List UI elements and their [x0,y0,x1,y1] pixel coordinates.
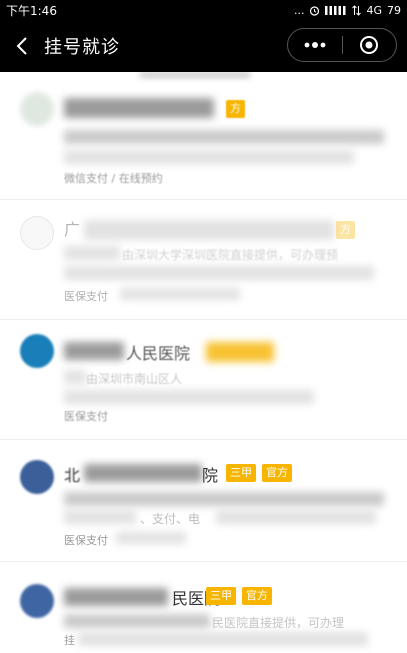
more-icon [304,42,326,48]
blurred-name [84,464,202,482]
hospital-card[interactable]: 北 院 三甲 官方 、支付、电 医保支付 [0,440,407,562]
blurred-desc [78,632,368,646]
tag-official: 方 [226,100,245,118]
payment-info: 医保支付 [64,290,108,303]
tag-official: 方 [336,221,355,239]
status-right: ... 4G 79 [294,4,401,17]
hospital-name: 院 [202,466,219,485]
mini-program-capsule [287,28,397,62]
battery-level: 79 [387,3,401,17]
hospital-logo [20,584,54,618]
hospital-logo [20,216,54,250]
blurred-desc [64,370,86,384]
status-bar: 下午1:46 ... 4G 79 [0,0,407,20]
blurred-tags [206,342,274,362]
blurred-desc [64,266,374,280]
hospital-name-prefix: 北 [64,466,81,485]
payment-info: 医保支付 [64,534,108,547]
blurred-desc [64,510,136,524]
data-arrows-icon [352,4,362,16]
blurred-desc [64,492,384,506]
status-time: 下午1:46 [6,3,57,18]
close-button[interactable] [342,29,396,61]
tag-official: 官方 [242,587,272,605]
payment-info: 医保支付 [64,410,108,423]
status-dots: ... [293,3,305,17]
blurred-desc [64,614,210,628]
blurred-desc [64,246,120,260]
tag-level: 三甲 [206,587,236,605]
tag-official: 官方 [262,464,292,482]
back-button[interactable] [0,20,44,72]
hospital-logo [20,334,54,368]
hospital-desc: 由深圳市南山区人 [86,372,183,386]
nav-bar: 挂号就诊 [0,20,407,72]
hospital-desc: 由深圳大学深圳医院直接提供，可办理预 [122,248,339,262]
hospital-logo [20,92,54,126]
hospital-card[interactable]: 广 方 由深圳大学深圳医院直接提供，可办理预 医保支付 [0,202,407,320]
blurred-desc [64,130,384,144]
blurred-desc [64,390,314,404]
hospital-list: 方 微信支付 / 在线预约 广 方 由深圳大学深圳医院直接提供，可办理预 医保支… [0,72,407,653]
hospital-desc: 民医院直接提供，可办理 [212,616,345,630]
blurred-tags [116,532,186,544]
tag-row: 方 [226,98,245,120]
alarm-icon [310,5,320,16]
more-button[interactable] [288,29,342,61]
signal-icon [325,6,346,15]
hospital-name: 人民医院 [126,344,191,363]
hospital-card[interactable]: 方 微信支付 / 在线预约 [0,78,407,200]
chevron-left-icon [16,37,27,55]
hospital-card[interactable]: 人民医院 由深圳市南山区人 医保支付 [0,320,407,440]
hospital-card[interactable]: 民医院 三甲 官方 民医院直接提供，可办理 挂 [0,562,407,653]
blurred-desc [216,510,376,524]
blurred-name [64,588,168,606]
tag-level: 三甲 [226,464,256,482]
close-target-icon [360,36,379,54]
blurred-name [64,98,214,118]
blurred-name [64,342,124,360]
payment-info: 挂 [64,634,75,647]
blurred-desc [64,150,354,164]
hospital-name-prefix: 广 [64,220,81,239]
blurred-name [84,220,334,240]
payment-info: 微信支付 / 在线预约 [64,172,163,185]
hospital-logo [20,460,54,494]
page-title: 挂号就诊 [44,37,120,58]
blurred-tags [120,288,240,300]
hospital-desc: 、支付、电 [140,512,201,526]
network-type: 4G [366,3,382,17]
